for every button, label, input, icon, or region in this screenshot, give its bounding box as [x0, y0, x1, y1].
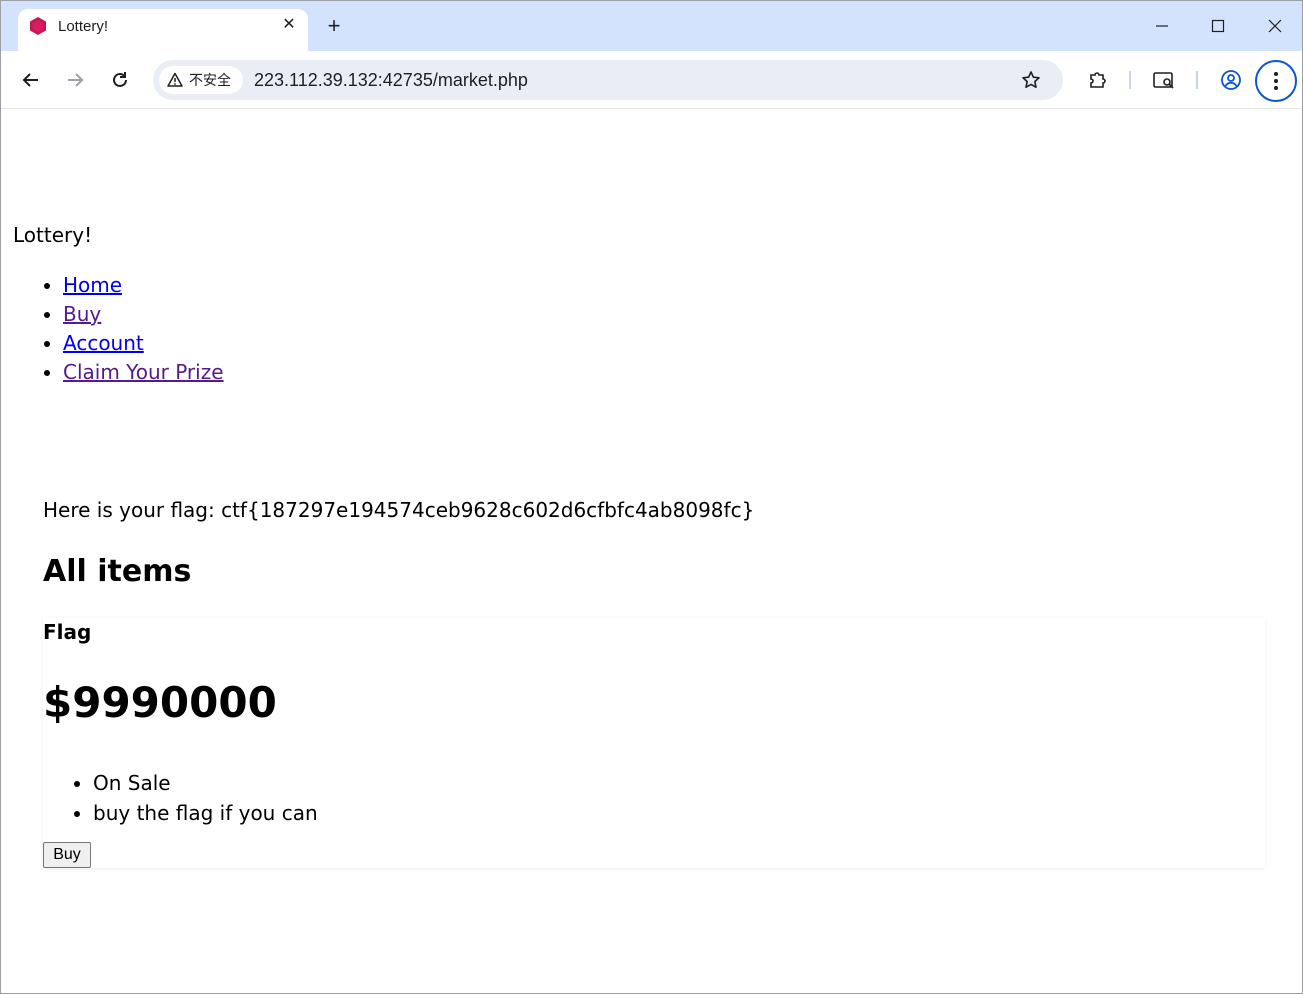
browser-window: Lottery! ✕ + 不安全 223.112.39.132:42735/ma…: [0, 0, 1303, 994]
security-chip[interactable]: 不安全: [159, 66, 243, 94]
maximize-icon[interactable]: [1203, 13, 1233, 39]
item-card: Flag $9990000 On Sale buy the flag if yo…: [43, 618, 1265, 868]
toolbar-divider: [1129, 71, 1131, 89]
nav-item-account: Account: [63, 329, 224, 358]
security-label: 不安全: [189, 73, 231, 89]
nav-item-claim-prize: Claim Your Prize: [63, 358, 224, 387]
site-title: Lottery!: [13, 223, 93, 247]
tab-strip: Lottery! ✕ +: [1, 1, 1302, 51]
new-tab-icon[interactable]: +: [321, 13, 347, 39]
nav-item-buy: Buy: [63, 300, 224, 329]
tab-lottery[interactable]: Lottery! ✕: [18, 9, 308, 51]
forward-arrow-icon[interactable]: [60, 65, 90, 95]
reload-icon[interactable]: [105, 65, 135, 95]
page-content: Lottery! Home Buy Account Claim Your Pri…: [1, 110, 1302, 993]
bookmark-star-icon[interactable]: [1019, 68, 1043, 92]
close-window-icon[interactable]: [1260, 13, 1290, 39]
minimize-icon[interactable]: [1147, 13, 1177, 39]
item-tags: On Sale buy the flag if you can: [93, 768, 318, 828]
item-tag: On Sale: [93, 768, 318, 798]
profile-icon[interactable]: [1216, 65, 1246, 95]
hexagon-icon: [30, 17, 46, 35]
nav-link-account[interactable]: Account: [63, 331, 144, 355]
nav-link-buy[interactable]: Buy: [63, 302, 101, 326]
nav-link-claim-prize[interactable]: Claim Your Prize: [63, 360, 224, 384]
warning-icon: [167, 72, 183, 87]
toolbar-divider: [1196, 71, 1198, 89]
buy-button[interactable]: Buy: [43, 842, 91, 868]
back-arrow-icon[interactable]: [16, 65, 46, 95]
tab-title: Lottery!: [58, 18, 109, 35]
browser-toolbar: 不安全 223.112.39.132:42735/market.php: [1, 51, 1302, 109]
tab-search-icon[interactable]: [1149, 65, 1179, 95]
item-name: Flag: [43, 620, 92, 644]
address-bar[interactable]: 不安全 223.112.39.132:42735/market.php: [153, 60, 1063, 100]
item-tag: buy the flag if you can: [93, 798, 318, 828]
nav-item-home: Home: [63, 271, 224, 300]
browser-menu-icon[interactable]: [1255, 60, 1297, 102]
extensions-puzzle-icon[interactable]: [1083, 65, 1113, 95]
site-nav: Home Buy Account Claim Your Prize: [63, 271, 224, 387]
nav-link-home[interactable]: Home: [63, 273, 122, 297]
item-price: $9990000: [43, 678, 277, 727]
tab-close-icon[interactable]: ✕: [278, 14, 300, 36]
flag-message: Here is your flag: ctf{187297e194574ceb9…: [43, 498, 755, 522]
url-text[interactable]: 223.112.39.132:42735/market.php: [254, 70, 528, 91]
section-title: All items: [43, 554, 192, 589]
